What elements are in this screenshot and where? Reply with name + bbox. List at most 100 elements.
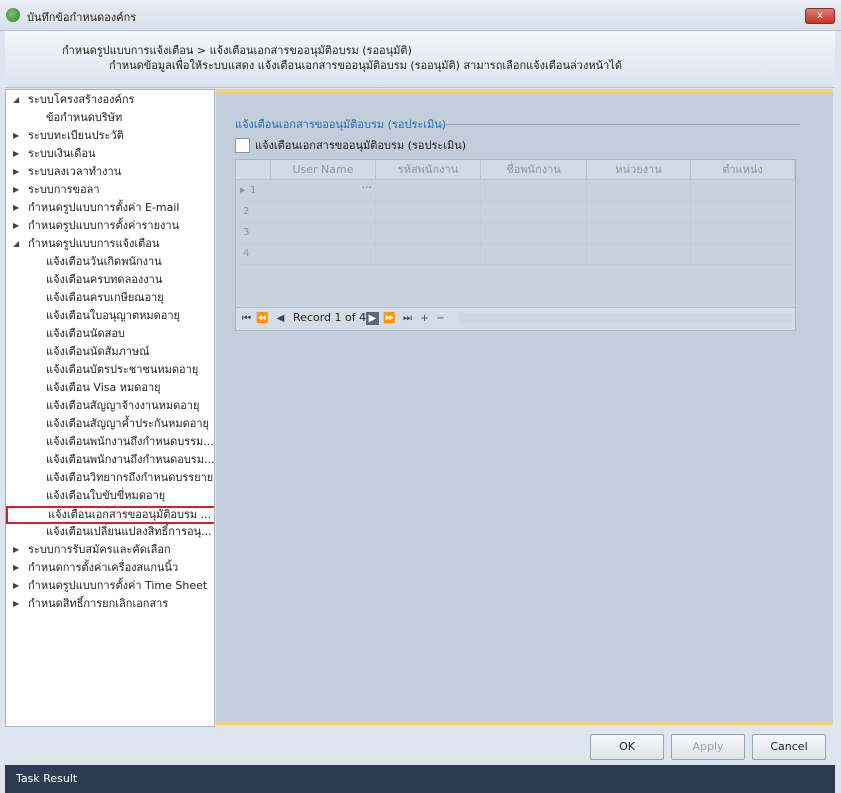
tree-group-item[interactable]: ▶ กำหนดรูปแบบการตั้งค่ารายงาน [6,217,179,235]
grid-cell[interactable] [376,244,481,264]
expand-arrow-icon[interactable]: ▶ [13,181,19,199]
ok-button[interactable]: OK [590,734,664,760]
grid-cell[interactable] [376,202,481,222]
tree-leaf-item[interactable]: แจ้งเตือนครบทดลองงาน [6,271,162,289]
grid-cell[interactable] [481,202,587,222]
status-bar: Task Result [5,765,835,793]
collapse-arrow-icon[interactable]: ◢ [13,235,19,253]
col-position[interactable]: ตำแหน่ง [691,160,795,180]
tree-leaf-item[interactable]: แจ้งเตือนพนักงานถึงกำหนดอบรม... [6,451,214,469]
tree-group-item[interactable]: ▶ ระบบลงเวลาทำงาน [6,163,121,181]
tree-leaf-item[interactable]: แจ้งเตือนใบอนุญาตหมดอายุ [6,307,180,325]
grid-cell[interactable] [481,223,587,243]
tree-leaf-item[interactable]: แจ้งเตือนสัญญาค้ำประกันหมดอายุ [6,415,209,433]
horizontal-scrollbar[interactable] [459,313,793,323]
table-row[interactable]: 2 [236,202,795,223]
notify-checkbox-label: แจ้งเตือนเอกสารขออนุมัติอบรม (รอประเมิน) [255,139,467,152]
grid-cell[interactable] [271,223,376,243]
tree-leaf-item[interactable]: แจ้งเตือนบัตรประชาชนหมดอายุ [6,361,198,379]
tree-group-item[interactable]: ◢ ระบบโครงสร้างองค์กร [6,91,134,109]
grid-cell[interactable] [481,181,587,201]
tree-leaf-item[interactable]: แจ้งเตือนพนักงานถึงกำหนดบรรม... [6,433,214,451]
tree-item-label: แจ้งเตือนพนักงานถึงกำหนดบรรม... [46,435,214,448]
grid-cell[interactable] [587,181,691,201]
tree-leaf-item[interactable]: แจ้งเตือนเปลี่ยนแปลงสิทธิ์การอนุ... [6,523,212,541]
tree-leaf-item[interactable]: แจ้งเตือน Visa หมดอายุ [6,379,161,397]
row-pointer-icon: ▶ [240,186,246,194]
tree-group-item[interactable]: ▶ กำหนดการตั้งค่าเครื่องสแกนนิ้ว [6,559,178,577]
section-divider [438,124,800,125]
tree-group-item[interactable]: ▶ กำหนดสิทธิ์การยกเลิกเอกสาร [6,595,168,613]
prev-record-icon[interactable]: ◀ [274,312,287,325]
tree-item-label: กำหนดรูปแบบการแจ้งเตือน [28,237,160,250]
prev-page-icon[interactable]: ⏪ [256,312,269,325]
tree-item-label: แจ้งเตือนสัญญาค้ำประกันหมดอายุ [46,417,209,430]
col-user-name[interactable]: User Name [271,160,376,180]
tree-group-item[interactable]: ◢ กำหนดรูปแบบการแจ้งเตือน [6,235,159,253]
next-record-icon[interactable]: ▶ [366,312,379,325]
tree-leaf-item[interactable]: แจ้งเตือนครบเกษียณอายุ [6,289,164,307]
tree-leaf-item[interactable]: แจ้งเตือนวิทยากรถึงกำหนดบรรยาย [6,469,213,487]
tree-item-label: แจ้งเตือนนัดสัมภาษณ์ [46,345,150,358]
tree-group-item[interactable]: ▶ กำหนดรูปแบบการตั้งค่า Time Sheet [6,577,207,595]
expand-arrow-icon[interactable]: ▶ [13,217,19,235]
tree-item-label: แจ้งเตือนสัญญาจ้างงานหมดอายุ [46,399,200,412]
grid-cell[interactable] [271,244,376,264]
expand-arrow-icon[interactable]: ▶ [13,559,19,577]
tree-group-item[interactable]: ▶ ระบบทะเบียนประวัติ [6,127,124,145]
delete-record-icon[interactable]: − [434,312,447,325]
tree-leaf-item[interactable]: ข้อกำหนดบริษัท [6,109,122,127]
expand-arrow-icon[interactable]: ▶ [13,595,19,613]
col-department[interactable]: หน่วยงาน [587,160,691,180]
user-name-cell[interactable]: ··· [271,181,376,201]
expand-arrow-icon[interactable]: ▶ [13,577,19,595]
tree-group-item[interactable]: ▶ ระบบการรับสมัครและคัดเลือก [6,541,171,559]
tree-item-label: แจ้งเตือนครบเกษียณอายุ [46,291,164,304]
close-button[interactable]: x [805,8,835,24]
expand-arrow-icon[interactable]: ▶ [13,127,19,145]
cancel-button[interactable]: Cancel [752,734,826,760]
notify-checkbox-row[interactable]: แจ้งเตือนเอกสารขออนุมัติอบรม (รอประเมิน) [235,136,466,154]
expand-arrow-icon[interactable]: ▶ [13,199,19,217]
tree-leaf-item[interactable]: แจ้งเตือนนัดสัมภาษณ์ [6,343,149,361]
grid-cell[interactable] [481,244,587,264]
first-page-icon[interactable]: ⏮ [240,312,253,325]
tree-leaf-item[interactable]: แจ้งเตือนเอกสารขออนุมัติอบรม ... [6,506,214,524]
grid-cell[interactable] [587,244,691,264]
col-employee-code[interactable]: รหัสพนักงาน [376,160,481,180]
col-employee-name[interactable]: ชื่อพนักงาน [481,160,587,180]
grid-cell[interactable] [587,202,691,222]
tree-item-label: ระบบลงเวลาทำงาน [28,165,122,178]
tree-group-item[interactable]: ▶ ระบบการขอลา [6,181,100,199]
expand-arrow-icon[interactable]: ▶ [13,163,19,181]
settings-tree[interactable]: ◢ ระบบโครงสร้างองค์กร ข้อกำหนดบริษัท ▶ ระบบท… [5,89,215,727]
expand-arrow-icon[interactable]: ▶ [13,541,19,559]
user-grid[interactable]: User Name รหัสพนักงาน ชื่อพนักงาน หน่วยง… [235,159,796,331]
last-page-icon[interactable]: ⏭ [401,312,414,325]
grid-cell[interactable] [587,223,691,243]
grid-cell[interactable] [271,202,376,222]
page-header: กำหนดรูปแบบการแจ้งเตือน > แจ้งเตือนเอกสา… [5,31,835,88]
grid-cell[interactable] [376,223,481,243]
tree-item-label: กำหนดสิทธิ์การยกเลิกเอกสาร [28,597,169,610]
tree-leaf-item[interactable]: แจ้งเตือนนัดสอบ [6,325,125,343]
tree-leaf-item[interactable]: แจ้งเตือนใบขับขี่หมดอายุ [6,487,165,505]
tree-group-item[interactable]: ▶ ระบบเงินเดือน [6,145,95,163]
collapse-arrow-icon[interactable]: ◢ [13,91,19,109]
next-page-icon[interactable]: ⏩ [383,312,396,325]
grid-cell[interactable] [376,181,481,201]
expand-arrow-icon[interactable]: ▶ [13,145,19,163]
add-record-icon[interactable]: + [418,312,431,325]
table-row[interactable]: 4 [236,244,795,265]
notify-checkbox[interactable] [235,137,250,153]
row-number: 3 [243,227,250,238]
table-row[interactable]: 3 [236,223,795,244]
tree-item-label: แจ้งเตือนวิทยากรถึงกำหนดบรรยาย [46,471,214,484]
tree-group-item[interactable]: ▶ กำหนดรูปแบบการตั้งค่า E-mail [6,199,179,217]
apply-button[interactable]: Apply [671,734,745,760]
tree-leaf-item[interactable]: แจ้งเตือนสัญญาจ้างงานหมดอายุ [6,397,200,415]
table-row[interactable]: ▶ 1 ··· [236,181,795,202]
ellipsis-button[interactable]: ··· [362,181,373,194]
task-result-label[interactable]: Task Result [16,772,77,785]
tree-leaf-item[interactable]: แจ้งเตือนวันเกิดพนักงาน [6,253,162,271]
